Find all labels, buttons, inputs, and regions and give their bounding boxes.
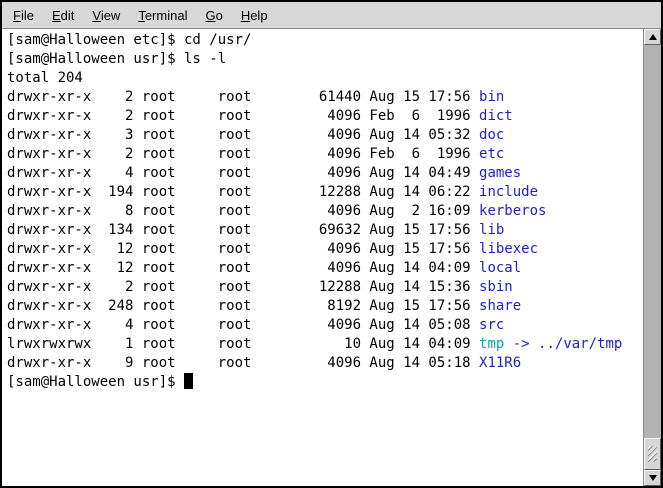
directory-name: bin	[479, 89, 504, 105]
directory-name: libexec	[479, 241, 538, 257]
terminal-text: [sam@Halloween usr]$	[7, 374, 184, 390]
menu-terminal[interactable]: Terminal	[129, 4, 196, 27]
terminal-output: [sam@Halloween etc]$ cd /usr/ [sam@Hallow…	[7, 31, 643, 392]
terminal-region: [sam@Halloween etc]$ cd /usr/ [sam@Hallow…	[2, 29, 661, 486]
directory-name: dict	[479, 108, 513, 124]
terminal-line: drwxr-xr-x 2 root root 12288 Aug 14 15:3…	[7, 278, 643, 297]
directory-name: -> ../var/tmp	[504, 336, 622, 352]
terminal-line: drwxr-xr-x 4 root root 4096 Aug 14 04:49…	[7, 164, 643, 183]
directory-name: games	[479, 165, 521, 181]
terminal-text: drwxr-xr-x 2 root root 4096 Feb 6 1996	[7, 108, 479, 124]
terminal-line: drwxr-xr-x 134 root root 69632 Aug 15 17…	[7, 221, 643, 240]
terminal-line: drwxr-xr-x 12 root root 4096 Aug 15 17:5…	[7, 240, 643, 259]
terminal-line: [sam@Halloween usr]$ ls -l	[7, 50, 643, 69]
terminal-text: drwxr-xr-x 9 root root 4096 Aug 14 05:18	[7, 355, 479, 371]
menu-edit[interactable]: Edit	[43, 4, 83, 27]
terminal-text: total 204	[7, 70, 83, 86]
terminal-line: [sam@Halloween etc]$ cd /usr/	[7, 31, 643, 50]
terminal-line: drwxr-xr-x 3 root root 4096 Aug 14 05:32…	[7, 126, 643, 145]
directory-name: kerberos	[479, 203, 546, 219]
terminal-text: drwxr-xr-x 4 root root 4096 Aug 14 05:08	[7, 317, 479, 333]
terminal-text: [sam@Halloween usr]$ ls -l	[7, 51, 226, 67]
directory-name: sbin	[479, 279, 513, 295]
thumb-grip-icon	[648, 446, 657, 462]
terminal-line: drwxr-xr-x 248 root root 8192 Aug 15 17:…	[7, 297, 643, 316]
terminal-text: [sam@Halloween etc]$ cd /usr/	[7, 32, 251, 48]
terminal-text: drwxr-xr-x 134 root root 69632 Aug 15 17…	[7, 222, 479, 238]
terminal-text: drwxr-xr-x 2 root root 12288 Aug 14 15:3…	[7, 279, 479, 295]
scrollbar-track[interactable]	[644, 45, 661, 470]
scroll-up-button[interactable]	[644, 29, 661, 45]
terminal-line: drwxr-xr-x 12 root root 4096 Aug 14 04:0…	[7, 259, 643, 278]
directory-name: etc	[479, 146, 504, 162]
directory-name: share	[479, 298, 521, 314]
terminal-line: drwxr-xr-x 8 root root 4096 Aug 2 16:09 …	[7, 202, 643, 221]
directory-name: lib	[479, 222, 504, 238]
terminal-text: drwxr-xr-x 248 root root 8192 Aug 15 17:…	[7, 298, 479, 314]
directory-name: local	[479, 260, 521, 276]
terminal-line: drwxr-xr-x 194 root root 12288 Aug 14 06…	[7, 183, 643, 202]
terminal-line: drwxr-xr-x 9 root root 4096 Aug 14 05:18…	[7, 354, 643, 373]
terminal-text: drwxr-xr-x 2 root root 61440 Aug 15 17:5…	[7, 89, 479, 105]
terminal-line: drwxr-xr-x 4 root root 4096 Aug 14 05:08…	[7, 316, 643, 335]
terminal-line: drwxr-xr-x 2 root root 61440 Aug 15 17:5…	[7, 88, 643, 107]
menu-view[interactable]: View	[83, 4, 129, 27]
terminal-line: drwxr-xr-x 2 root root 4096 Feb 6 1996 e…	[7, 145, 643, 164]
terminal-text: drwxr-xr-x 4 root root 4096 Aug 14 04:49	[7, 165, 479, 181]
terminal-text: drwxr-xr-x 194 root root 12288 Aug 14 06…	[7, 184, 479, 200]
symlink-name: tmp	[479, 336, 504, 352]
terminal-screen[interactable]: [sam@Halloween etc]$ cd /usr/ [sam@Hallow…	[2, 29, 643, 486]
terminal-text: drwxr-xr-x 12 root root 4096 Aug 14 04:0…	[7, 260, 479, 276]
scrollbar[interactable]	[643, 29, 661, 486]
scrollbar-thumb[interactable]	[644, 438, 661, 470]
terminal-text: drwxr-xr-x 12 root root 4096 Aug 15 17:5…	[7, 241, 479, 257]
directory-name: X11R6	[479, 355, 521, 371]
menu-bar: File Edit View Terminal Go Help	[2, 2, 661, 29]
terminal-line: total 204	[7, 69, 643, 88]
directory-name: doc	[479, 127, 504, 143]
menu-go[interactable]: Go	[196, 4, 231, 27]
menu-file[interactable]: File	[4, 4, 43, 27]
down-arrow-icon	[649, 475, 657, 481]
up-arrow-icon	[649, 34, 657, 40]
menu-help[interactable]: Help	[232, 4, 277, 27]
terminal-text: drwxr-xr-x 2 root root 4096 Feb 6 1996	[7, 146, 479, 162]
terminal-line: [sam@Halloween usr]$	[7, 373, 643, 392]
terminal-line: lrwxrwxrwx 1 root root 10 Aug 14 04:09 t…	[7, 335, 643, 354]
terminal-line: drwxr-xr-x 2 root root 4096 Feb 6 1996 d…	[7, 107, 643, 126]
scroll-down-button[interactable]	[644, 470, 661, 486]
terminal-window: File Edit View Terminal Go Help [sam@Hal…	[0, 0, 663, 488]
directory-name: src	[479, 317, 504, 333]
terminal-cursor	[184, 373, 193, 389]
directory-name: include	[479, 184, 538, 200]
terminal-text: drwxr-xr-x 3 root root 4096 Aug 14 05:32	[7, 127, 479, 143]
terminal-text: drwxr-xr-x 8 root root 4096 Aug 2 16:09	[7, 203, 479, 219]
terminal-text: lrwxrwxrwx 1 root root 10 Aug 14 04:09	[7, 336, 479, 352]
